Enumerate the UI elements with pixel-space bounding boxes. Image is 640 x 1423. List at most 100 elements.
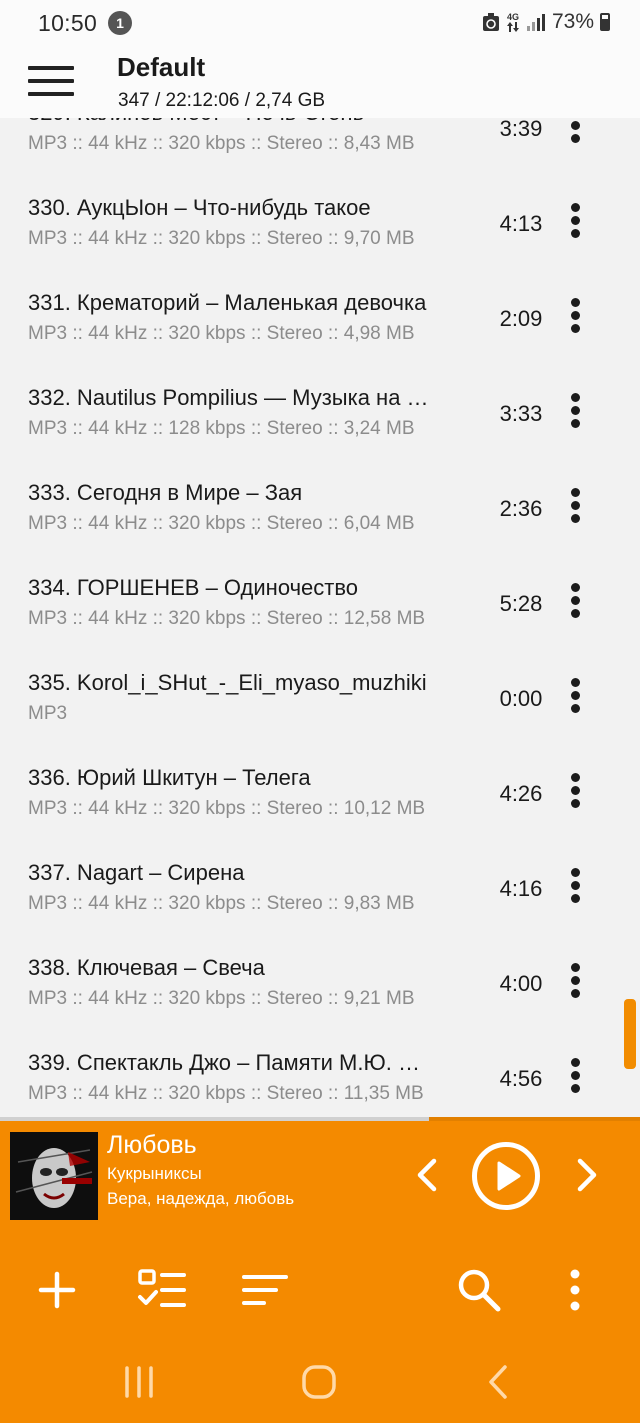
track-info: MP3 :: 44 kHz :: 320 kbps :: Stereo :: 9… [28, 228, 415, 249]
album-art[interactable] [10, 1132, 98, 1220]
home-button[interactable] [297, 1360, 341, 1404]
track-title: 338. Ключевая – Свеча [28, 955, 265, 980]
track-info: MP3 :: 44 kHz :: 320 kbps :: Stereo :: 1… [28, 798, 426, 819]
track-duration: 4:00 [499, 971, 543, 996]
album-cover-image [10, 1132, 98, 1220]
track-list[interactable]: 329. Калинов Мост – Ночь-Огонь MP3 :: 44… [0, 118, 640, 1120]
more-vertical-icon[interactable] [562, 678, 588, 720]
track-title: 335. Korol_i_SHut_-_Eli_myaso_muzhiki [28, 670, 427, 695]
battery-percent: 73% [551, 10, 594, 33]
track-duration: 4:26 [499, 781, 543, 806]
home-icon [302, 1365, 336, 1399]
track-info: MP3 :: 44 kHz :: 320 kbps :: Stereo :: 8… [28, 133, 415, 154]
more-vertical-icon[interactable] [562, 118, 588, 150]
track-title: 339. Спектакль Джо – Памяти М.Ю. … [28, 1050, 420, 1075]
next-track-button[interactable] [570, 1155, 604, 1195]
more-vertical-icon[interactable] [562, 868, 588, 910]
playback-progress[interactable] [0, 1117, 640, 1121]
more-vertical-icon[interactable] [562, 488, 588, 530]
updown-arrows-icon [506, 21, 519, 32]
now-playing-artist: Кукрыниксы [107, 1164, 202, 1183]
add-button[interactable] [32, 1265, 82, 1315]
track-title: 330. АукцЫон – Что-нибудь такое [28, 195, 371, 220]
signal-icon [526, 14, 545, 31]
track-duration: 2:09 [499, 306, 543, 331]
track-info: MP3 :: 44 kHz :: 320 kbps :: Stereo :: 6… [28, 513, 415, 534]
checklist-icon [138, 1269, 186, 1307]
track-duration: 4:56 [499, 1066, 543, 1091]
more-vertical-icon[interactable] [562, 203, 588, 245]
track-duration: 4:16 [499, 876, 543, 901]
now-playing-title: Любовь [107, 1131, 197, 1159]
track-duration: 3:39 [499, 118, 543, 141]
status-icons: 4G 73% [482, 10, 610, 34]
track-title: 331. Крематорий – Маленькая девочка [28, 290, 427, 315]
track-title: 329. Калинов Мост – Ночь-Огонь [28, 118, 478, 126]
track-info: MP3 :: 44 kHz :: 320 kbps :: Stereo :: 4… [28, 323, 415, 344]
track-row[interactable]: 333. Сегодня в Мире – Зая MP3 :: 44 kHz … [0, 458, 640, 553]
track-info: MP3 :: 44 kHz :: 320 kbps :: Stereo :: 1… [28, 608, 426, 629]
previous-track-button[interactable] [410, 1155, 444, 1195]
track-info: MP3 :: 44 kHz :: 320 kbps :: Stereo :: 9… [28, 893, 415, 914]
track-row[interactable]: 339. Спектакль Джо – Памяти М.Ю. … MP3 :… [0, 1028, 640, 1120]
app-header: Default 347 / 22:12:06 / 2,74 GB [0, 48, 640, 118]
notification-badge: 1 [108, 11, 132, 35]
track-row[interactable]: 337. Nagart – Сирена MP3 :: 44 kHz :: 32… [0, 838, 640, 933]
playlist-title: Default [117, 52, 206, 82]
recycle-icon [482, 13, 499, 31]
more-vertical-icon [570, 1269, 580, 1311]
scrollbar-thumb[interactable] [624, 999, 636, 1069]
more-vertical-icon[interactable] [562, 298, 588, 340]
track-title: 336. Юрий Шкитун – Телега [28, 765, 311, 790]
track-row[interactable]: 329. Калинов Мост – Ночь-Огонь MP3 :: 44… [0, 118, 640, 173]
more-vertical-icon[interactable] [562, 1058, 588, 1100]
playlist-summary: 347 / 22:12:06 / 2,74 GB [118, 90, 326, 111]
track-row[interactable]: 331. Крематорий – Маленькая девочка MP3 … [0, 268, 640, 363]
track-row[interactable]: 330. АукцЫон – Что-нибудь такое MP3 :: 4… [0, 173, 640, 268]
battery-icon [600, 13, 610, 31]
search-icon [458, 1269, 501, 1312]
track-info: MP3 :: 44 kHz :: 320 kbps :: Stereo :: 1… [28, 1083, 424, 1104]
track-row[interactable]: 338. Ключевая – Свеча MP3 :: 44 kHz :: 3… [0, 933, 640, 1028]
more-options-button[interactable] [550, 1265, 600, 1315]
track-row[interactable]: 334. ГОРШЕНЕВ – Одиночество MP3 :: 44 kH… [0, 553, 640, 648]
track-info: MP3 :: 44 kHz :: 128 kbps :: Stereo :: 3… [28, 418, 415, 439]
back-icon [489, 1365, 507, 1399]
track-info: MP3 :: 44 kHz :: 320 kbps :: Stereo :: 9… [28, 988, 415, 1009]
track-title: 337. Nagart – Сирена [28, 860, 245, 885]
track-row[interactable]: 332. Nautilus Pompilius — Музыка на … MP… [0, 363, 640, 458]
play-icon [497, 1161, 521, 1191]
recent-apps-button[interactable] [117, 1360, 161, 1404]
track-row[interactable]: 336. Юрий Шкитун – Телега MP3 :: 44 kHz … [0, 743, 640, 838]
sort-icon [242, 1275, 288, 1305]
track-duration: 5:28 [499, 591, 543, 616]
track-title: 334. ГОРШЕНЕВ – Одиночество [28, 575, 359, 600]
network-icon: 4G [506, 12, 520, 32]
recent-apps-icon [125, 1366, 153, 1398]
track-title: 332. Nautilus Pompilius — Музыка на … [28, 385, 429, 410]
system-nav-bar [0, 1340, 640, 1423]
sort-button[interactable] [240, 1265, 290, 1315]
add-icon [38, 1271, 76, 1309]
chevron-left-icon [417, 1158, 437, 1192]
search-button[interactable] [454, 1265, 504, 1315]
play-button[interactable] [472, 1142, 540, 1210]
track-row[interactable]: 335. Korol_i_SHut_-_Eli_myaso_muzhiki MP… [0, 648, 640, 743]
back-button[interactable] [477, 1360, 521, 1404]
more-vertical-icon[interactable] [562, 393, 588, 435]
chevron-right-icon [577, 1158, 597, 1192]
more-vertical-icon[interactable] [562, 963, 588, 1005]
track-info: MP3 [28, 703, 68, 724]
track-duration: 4:13 [499, 211, 543, 236]
track-duration: 3:33 [499, 401, 543, 426]
more-vertical-icon[interactable] [562, 583, 588, 625]
select-tracks-button[interactable] [136, 1265, 186, 1315]
playback-progress-fill [0, 1117, 429, 1121]
track-duration: 2:36 [499, 496, 543, 521]
more-vertical-icon[interactable] [562, 773, 588, 815]
status-time: 10:50 [38, 10, 98, 36]
track-duration: 0:00 [499, 686, 543, 711]
menu-icon[interactable] [28, 66, 74, 100]
status-bar: 10:50 1 4G 73% [0, 0, 640, 48]
now-playing-album: Вера, надежда, любовь [107, 1189, 295, 1208]
